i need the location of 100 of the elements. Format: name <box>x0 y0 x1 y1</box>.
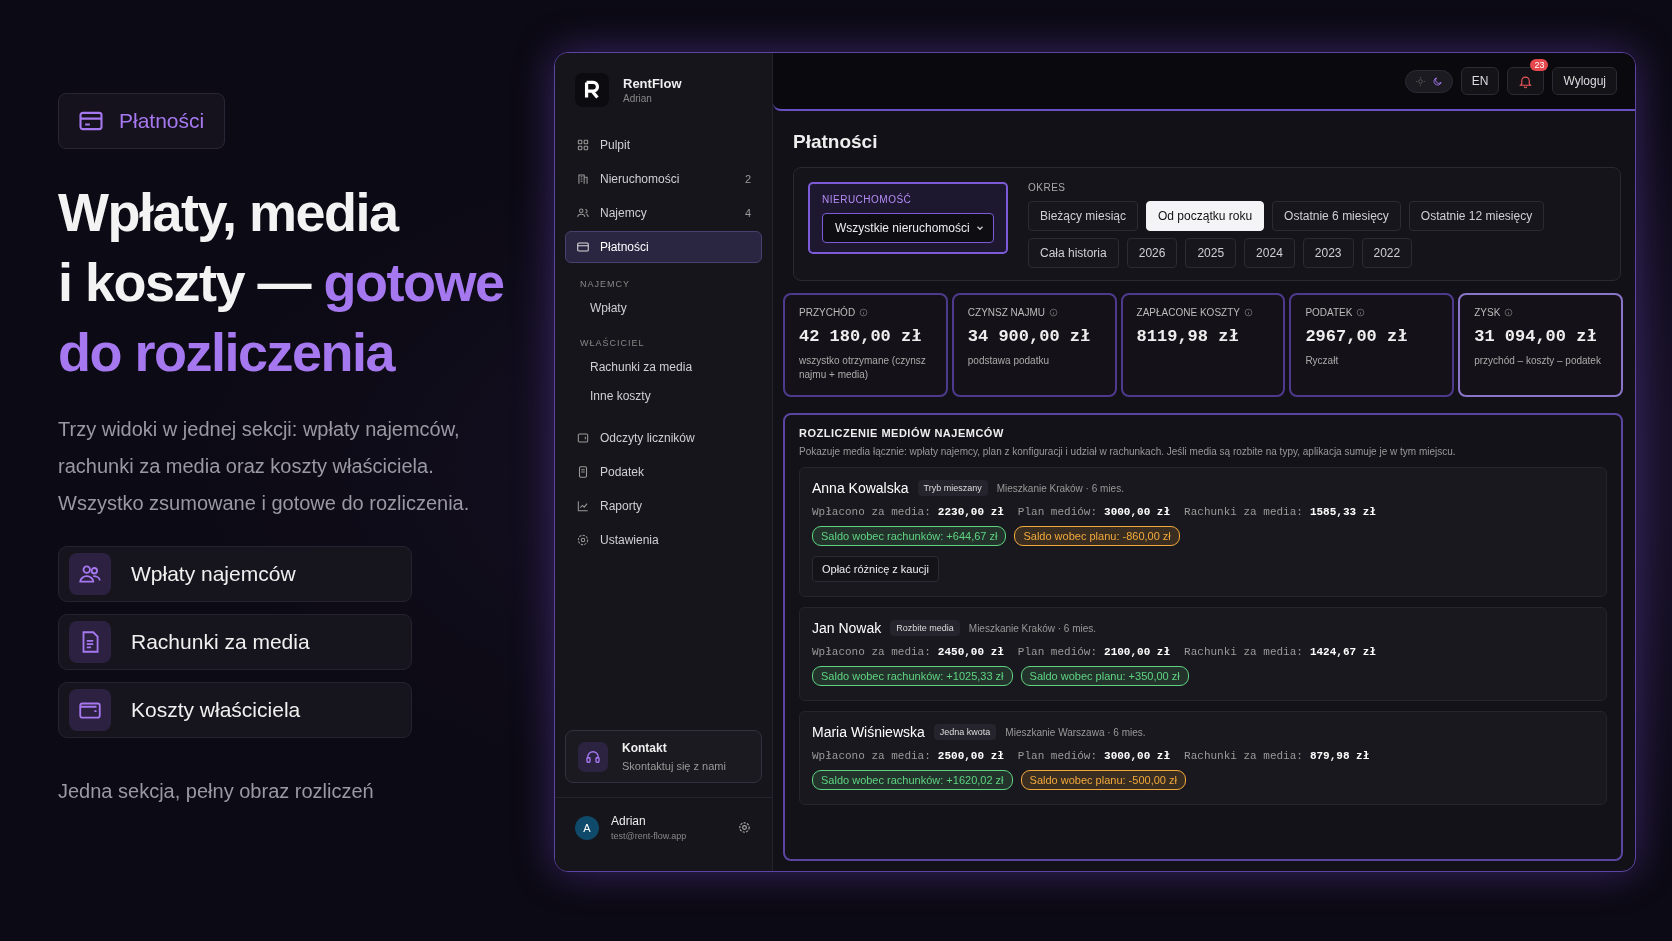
stat-label: PRZYCHÓD <box>799 307 856 318</box>
info-icon <box>1049 308 1059 317</box>
panel-description: Pokazuje media łącznie: wpłaty najemcy, plan z konfiguracji i udział w rachunkach. Jeśli media są rozbite na typy, aplikacja sumuje je w tym miejscu. <box>799 446 1457 457</box>
period-chip[interactable]: Cała historia <box>1028 238 1119 268</box>
balance-tag: Saldo wobec planu: -860,00 zł <box>1014 526 1180 546</box>
field-label: Plan mediów: <box>1017 506 1098 518</box>
sidebar-subitem[interactable]: Rachunki za media <box>565 354 762 383</box>
deposit-button[interactable]: Opłać różnicę z kaucji <box>812 556 939 582</box>
feature-label: Koszty właściciela <box>131 698 301 722</box>
tenant-name: Jan Nowak <box>812 620 882 636</box>
balance-tag: Saldo wobec planu: +350,00 zł <box>1020 666 1189 686</box>
tenant-place: Mieszkanie Kraków · 6 mies. <box>996 482 1124 494</box>
tenant-name: Anna Kowalska <box>812 480 909 496</box>
contact-card[interactable]: Kontakt Skontaktuj się z nami <box>565 730 762 783</box>
user-name: Adrian <box>623 93 653 104</box>
stat-value: 31 094,00 zł <box>1474 327 1598 346</box>
mode-tag: Rozbite media <box>890 620 960 636</box>
field-value: 2500,00 zł <box>937 750 1004 762</box>
page-title: Płatności <box>793 131 879 153</box>
mode-tag: Jedna kwota <box>933 724 997 740</box>
stat-value: 2967,00 zł <box>1305 327 1409 346</box>
period-chip[interactable]: 2022 <box>1361 238 1413 268</box>
users-icon <box>576 206 590 220</box>
feature-label: Wpłaty najemców <box>131 562 296 586</box>
notification-count: 23 <box>1530 59 1549 71</box>
field-value: 1424,67 zł <box>1309 646 1376 658</box>
mode-tag: Tryb mieszany <box>917 480 988 496</box>
notifications-button[interactable] <box>1507 67 1545 95</box>
period-chip[interactable]: 2023 <box>1302 238 1354 268</box>
info-icon <box>1356 308 1366 317</box>
field-label: Rachunki za media: <box>1184 646 1303 658</box>
balance-tag: Saldo wobec rachunków: +644,67 zł <box>812 526 1007 546</box>
theme-toggle[interactable] <box>1404 69 1453 93</box>
document-icon <box>69 621 111 663</box>
period-chip[interactable]: Ostatnie 6 miesięcy <box>1272 201 1401 231</box>
info-icon <box>859 308 869 317</box>
contact-title: Kontakt <box>622 741 668 755</box>
grid-icon <box>576 138 590 152</box>
sidebar-item[interactable]: Odczyty liczników <box>565 422 762 454</box>
account-email: test@rent-flow.app <box>611 831 688 841</box>
logout-button[interactable]: Wyloguj <box>1552 67 1617 95</box>
item-count: 4 <box>744 207 751 219</box>
field-label: Plan mediów: <box>1017 646 1098 658</box>
language-button[interactable]: EN <box>1460 67 1500 95</box>
info-icon <box>1243 308 1253 317</box>
item-count: 2 <box>744 173 751 185</box>
stat-label: PODATEK <box>1305 307 1353 318</box>
sidebar-subitem[interactable]: Wpłaty <box>565 295 762 324</box>
field-value: 1585,33 zł <box>1309 506 1376 518</box>
tenant-place: Mieszkanie Kraków · 6 mies. <box>968 622 1097 634</box>
field-value: 3000,00 zł <box>1104 750 1171 762</box>
stat-label: CZYNSZ NAJMU <box>967 307 1046 318</box>
sidebar-item[interactable]: Najemcy 4 <box>565 197 762 229</box>
info-icon <box>1504 308 1514 317</box>
sidebar-item[interactable]: Podatek <box>565 456 762 488</box>
wallet-icon <box>69 689 111 731</box>
document-icon <box>576 465 590 479</box>
sidebar-item[interactable]: Płatności <box>565 231 762 263</box>
balance-tag: Saldo wobec rachunków: +1025,33 zł <box>812 666 1013 686</box>
field-label: Rachunki za media: <box>1184 506 1303 518</box>
sidebar-item[interactable]: Pulpit <box>565 129 762 161</box>
nav-section-label: NAJEMCY <box>579 278 631 291</box>
contact-subtitle: Skontaktuj się z nami <box>622 760 726 772</box>
app-name: RentFlow <box>623 76 682 91</box>
sidebar-subitem[interactable]: Inne koszty <box>565 383 762 412</box>
tagline: Jedna sekcja, pełny obraz rozliczeń <box>58 780 375 803</box>
balance-tag: Saldo wobec planu: -500,00 zł <box>1020 770 1186 790</box>
stat-value: 42 180,00 zł <box>799 327 923 346</box>
card-icon <box>576 240 590 254</box>
headset-icon <box>578 741 608 772</box>
period-chip[interactable]: 2026 <box>1126 238 1178 268</box>
field-value: 2230,00 zł <box>937 506 1004 518</box>
field-value: 3000,00 zł <box>1104 506 1171 518</box>
sidebar-item[interactable]: Raporty <box>565 490 762 522</box>
wallet-icon <box>576 431 590 445</box>
settings-icon[interactable] <box>737 820 752 835</box>
chart-icon <box>576 499 590 513</box>
sidebar-item[interactable]: Nieruchomości 2 <box>565 163 762 195</box>
stat-note: przychód – koszty – podatek <box>1474 354 1602 368</box>
stat-label: ZAPŁACONE KOSZTY <box>1136 307 1240 318</box>
tenant-place: Mieszkanie Warszawa · 6 mies. <box>1005 726 1146 738</box>
period-chip[interactable]: 2025 <box>1185 238 1237 268</box>
logo-icon <box>575 73 609 107</box>
panel-title: ROZLICZENIE MEDIÓW NAJEMCÓW <box>799 427 1005 439</box>
property-select[interactable]: Wszystkie nieruchomości <box>822 213 994 243</box>
stat-value: 34 900,00 zł <box>967 327 1092 346</box>
stat-note: Ryczałt <box>1305 354 1340 368</box>
avatar: A <box>575 815 599 840</box>
period-chip[interactable]: Bieżący miesiąc <box>1028 201 1139 231</box>
period-chip[interactable]: 2024 <box>1244 238 1295 268</box>
field-label: Wpłacono za media: <box>812 506 931 518</box>
tenant-name: Maria Wiśniewska <box>812 724 925 740</box>
sidebar-item[interactable]: Ustawienia <box>565 524 762 556</box>
feature-label: Rachunki za media <box>131 630 310 654</box>
period-chip[interactable]: Od początku roku <box>1146 201 1265 231</box>
account-name: Adrian <box>611 814 647 828</box>
period-chip[interactable]: Ostatnie 12 miesięcy <box>1408 201 1545 231</box>
stat-note: podstawa podatku <box>967 354 1050 368</box>
field-label: Wpłacono za media: <box>812 646 931 658</box>
nav-section-label: WŁAŚCICIEL <box>579 336 646 350</box>
